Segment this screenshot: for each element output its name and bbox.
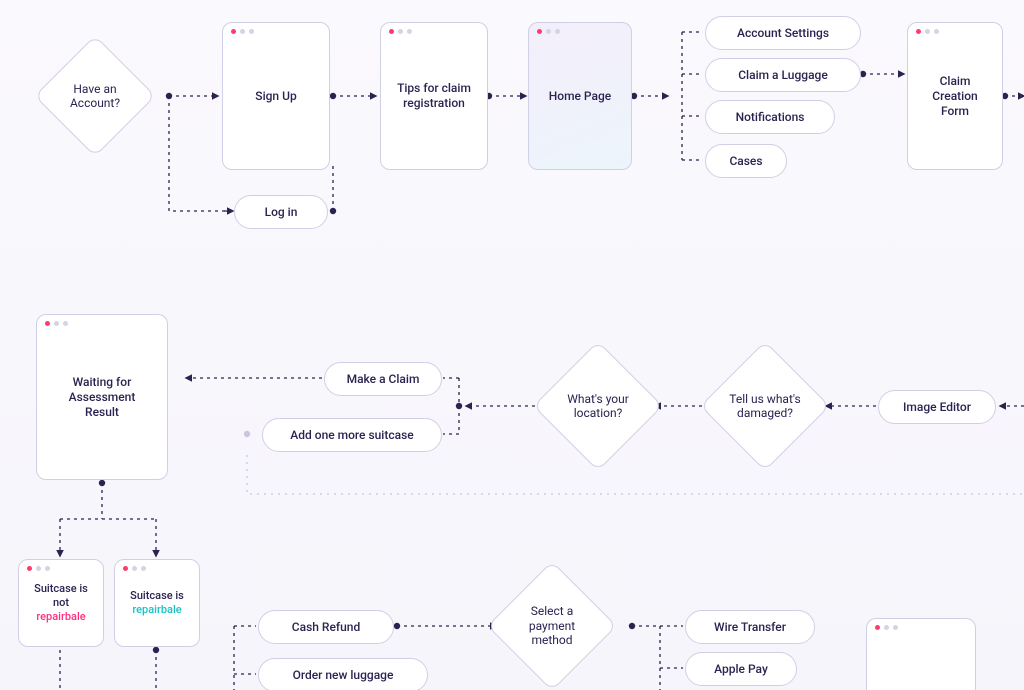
window-dots [231,29,254,34]
flow-canvas: Have an Account? Sign Up Log in Tips for… [0,0,1024,690]
decision-have-account: Have an Account? [52,53,138,139]
decision-payment-method: Select a payment method [506,580,598,672]
screen-label: Suitcase is repairbale [124,589,190,617]
action-make-claim[interactable]: Make a Claim [324,362,442,396]
action-claim-luggage[interactable]: Claim a Luggage [705,58,861,92]
text-highlight-red: repairbale [36,610,85,623]
screen-claim-form: Claim Creation Form [907,22,1003,170]
decision-label: Select a payment method [506,580,598,672]
window-dots [537,29,560,34]
text-line: Suitcase is not [34,582,88,609]
screen-waiting: Waiting for Assessment Result [36,314,168,480]
screen-blank [866,618,976,690]
window-dots [389,29,412,34]
decision-label: What's your location? [552,360,644,452]
action-log-in[interactable]: Log in [234,195,328,229]
screen-label: Home Page [543,89,617,104]
decision-location: What's your location? [552,360,644,452]
action-wire-transfer[interactable]: Wire Transfer [685,610,815,644]
screen-tips: Tips for claim registration [380,22,488,170]
action-cash-refund[interactable]: Cash Refund [258,610,394,644]
action-account-settings[interactable]: Account Settings [705,16,861,50]
action-apple-pay[interactable]: Apple Pay [685,652,797,686]
action-add-suitcase[interactable]: Add one more suitcase [262,418,442,452]
screen-label: Sign Up [249,89,302,104]
action-notifications[interactable]: Notifications [705,100,835,134]
screen-repairable: Suitcase is repairbale [114,559,200,647]
text-line: Suitcase is [130,589,184,602]
screen-label: Suitcase is not repairbale [27,582,95,623]
window-dots [45,321,68,326]
screen-label: Waiting for Assessment Result [45,375,159,420]
text-highlight-teal: repairbale [132,603,181,616]
screen-not-repairable: Suitcase is not repairbale [18,559,104,647]
screen-sign-up: Sign Up [222,22,330,170]
action-cases[interactable]: Cases [705,144,787,178]
decision-label: Tell us what's damaged? [719,360,811,452]
action-order-luggage[interactable]: Order new luggage [258,658,428,690]
window-dots [27,566,50,571]
window-dots [875,625,898,630]
screen-label: Claim Creation Form [916,74,994,119]
action-image-editor[interactable]: Image Editor [878,390,996,424]
decision-damaged: Tell us what's damaged? [719,360,811,452]
window-dots [916,29,939,34]
decision-label: Have an Account? [52,53,138,139]
window-dots [123,566,146,571]
screen-home: Home Page [528,22,632,170]
screen-label: Tips for claim registration [389,81,479,111]
